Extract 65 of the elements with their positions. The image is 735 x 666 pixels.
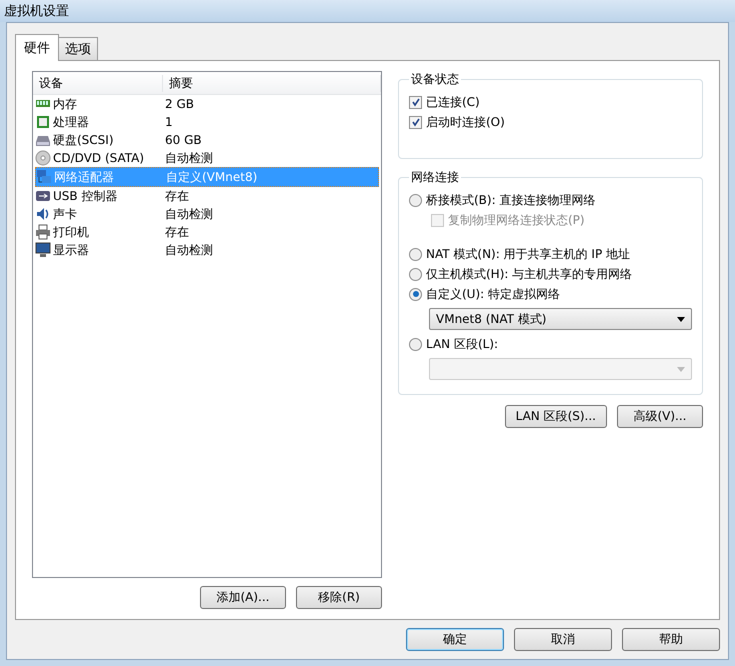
checkbox-label: 已连接(C)	[426, 94, 480, 110]
device-row[interactable]: 声卡 自动检测	[35, 205, 379, 223]
device-row[interactable]: 硬盘(SCSI) 60 GB	[35, 131, 379, 149]
device-summary: 存在	[165, 224, 190, 240]
device-name: 打印机	[53, 224, 89, 240]
dialog-button[interactable]: 帮助	[622, 628, 720, 651]
usb-icon	[35, 188, 51, 204]
device-name: 硬盘(SCSI)	[53, 132, 114, 148]
list-button[interactable]: 添加(A)...	[200, 586, 286, 609]
checkbox[interactable]	[409, 116, 422, 128]
device-row[interactable]: CD/DVD (SATA) 自动检测	[35, 149, 379, 167]
tab[interactable]: 硬件	[15, 34, 59, 61]
radio-button[interactable]	[409, 268, 422, 280]
device-summary: 自定义(VMnet8)	[166, 168, 258, 186]
radio-label: LAN 区段(L):	[426, 336, 498, 352]
device-summary: 自动检测	[165, 242, 214, 258]
cd-icon	[35, 150, 51, 166]
device-summary: 2 GB	[165, 97, 195, 111]
device-summary: 存在	[165, 188, 190, 204]
device-name: USB 控制器	[53, 188, 118, 204]
device-name: 内存	[53, 96, 77, 112]
radio-label: 桥接模式(B): 直接连接物理网络	[426, 192, 596, 208]
checkbox[interactable]	[409, 96, 422, 108]
network-icon	[36, 169, 52, 185]
radio-label: 仅主机模式(H): 与主机共享的专用网络	[426, 266, 632, 282]
group-title: 设备状态	[410, 71, 460, 88]
list-button[interactable]: 移除(R)	[296, 586, 382, 609]
window-title: 虚拟机设置	[0, 0, 735, 22]
tab[interactable]: 选项	[58, 37, 98, 60]
printer-icon	[35, 224, 51, 240]
radio-button[interactable]	[409, 288, 422, 300]
caret-icon	[677, 366, 685, 372]
network-button[interactable]: 高级(V)...	[617, 405, 703, 428]
cpu-icon	[35, 114, 51, 130]
dropdown[interactable]: VMnet8 (NAT 模式)	[429, 308, 692, 330]
device-summary: 自动检测	[165, 206, 214, 222]
device-name: 处理器	[53, 114, 89, 130]
device-row[interactable]: 显示器 自动检测	[35, 241, 379, 259]
radio-label: NAT 模式(N): 用于共享主机的 IP 地址	[426, 246, 630, 262]
column-header[interactable]: 摘要	[163, 74, 381, 92]
device-row[interactable]: 内存 2 GB	[35, 95, 379, 113]
device-summary: 自动检测	[165, 150, 214, 166]
radio-button[interactable]	[409, 338, 422, 350]
device-name: 网络适配器	[54, 168, 114, 186]
sound-icon	[35, 206, 51, 222]
display-icon	[35, 242, 51, 258]
device-summary: 60 GB	[165, 133, 203, 147]
caret-icon	[677, 316, 685, 322]
network-button[interactable]: LAN 区段(S)...	[504, 405, 607, 428]
dialog-button[interactable]: 确定	[406, 628, 504, 651]
device-row[interactable]: 打印机 存在	[35, 223, 379, 241]
device-row[interactable]: USB 控制器 存在	[35, 187, 379, 205]
column-header[interactable]: 设备	[33, 74, 163, 92]
device-name: 声卡	[53, 206, 77, 222]
group-title: 网络连接	[410, 169, 460, 186]
radio-label: 自定义(U): 特定虚拟网络	[426, 286, 560, 302]
radio-button[interactable]	[409, 248, 422, 260]
device-summary: 1	[165, 115, 174, 129]
device-row[interactable]: 处理器 1	[35, 113, 379, 131]
device-name: 显示器	[53, 242, 89, 258]
dialog-button[interactable]: 取消	[514, 628, 612, 651]
checkbox-label: 复制物理网络连接状态(P)	[448, 212, 585, 228]
checkbox-label: 启动时连接(O)	[426, 114, 505, 130]
radio-button[interactable]	[409, 194, 422, 206]
device-name: CD/DVD (SATA)	[53, 151, 144, 165]
